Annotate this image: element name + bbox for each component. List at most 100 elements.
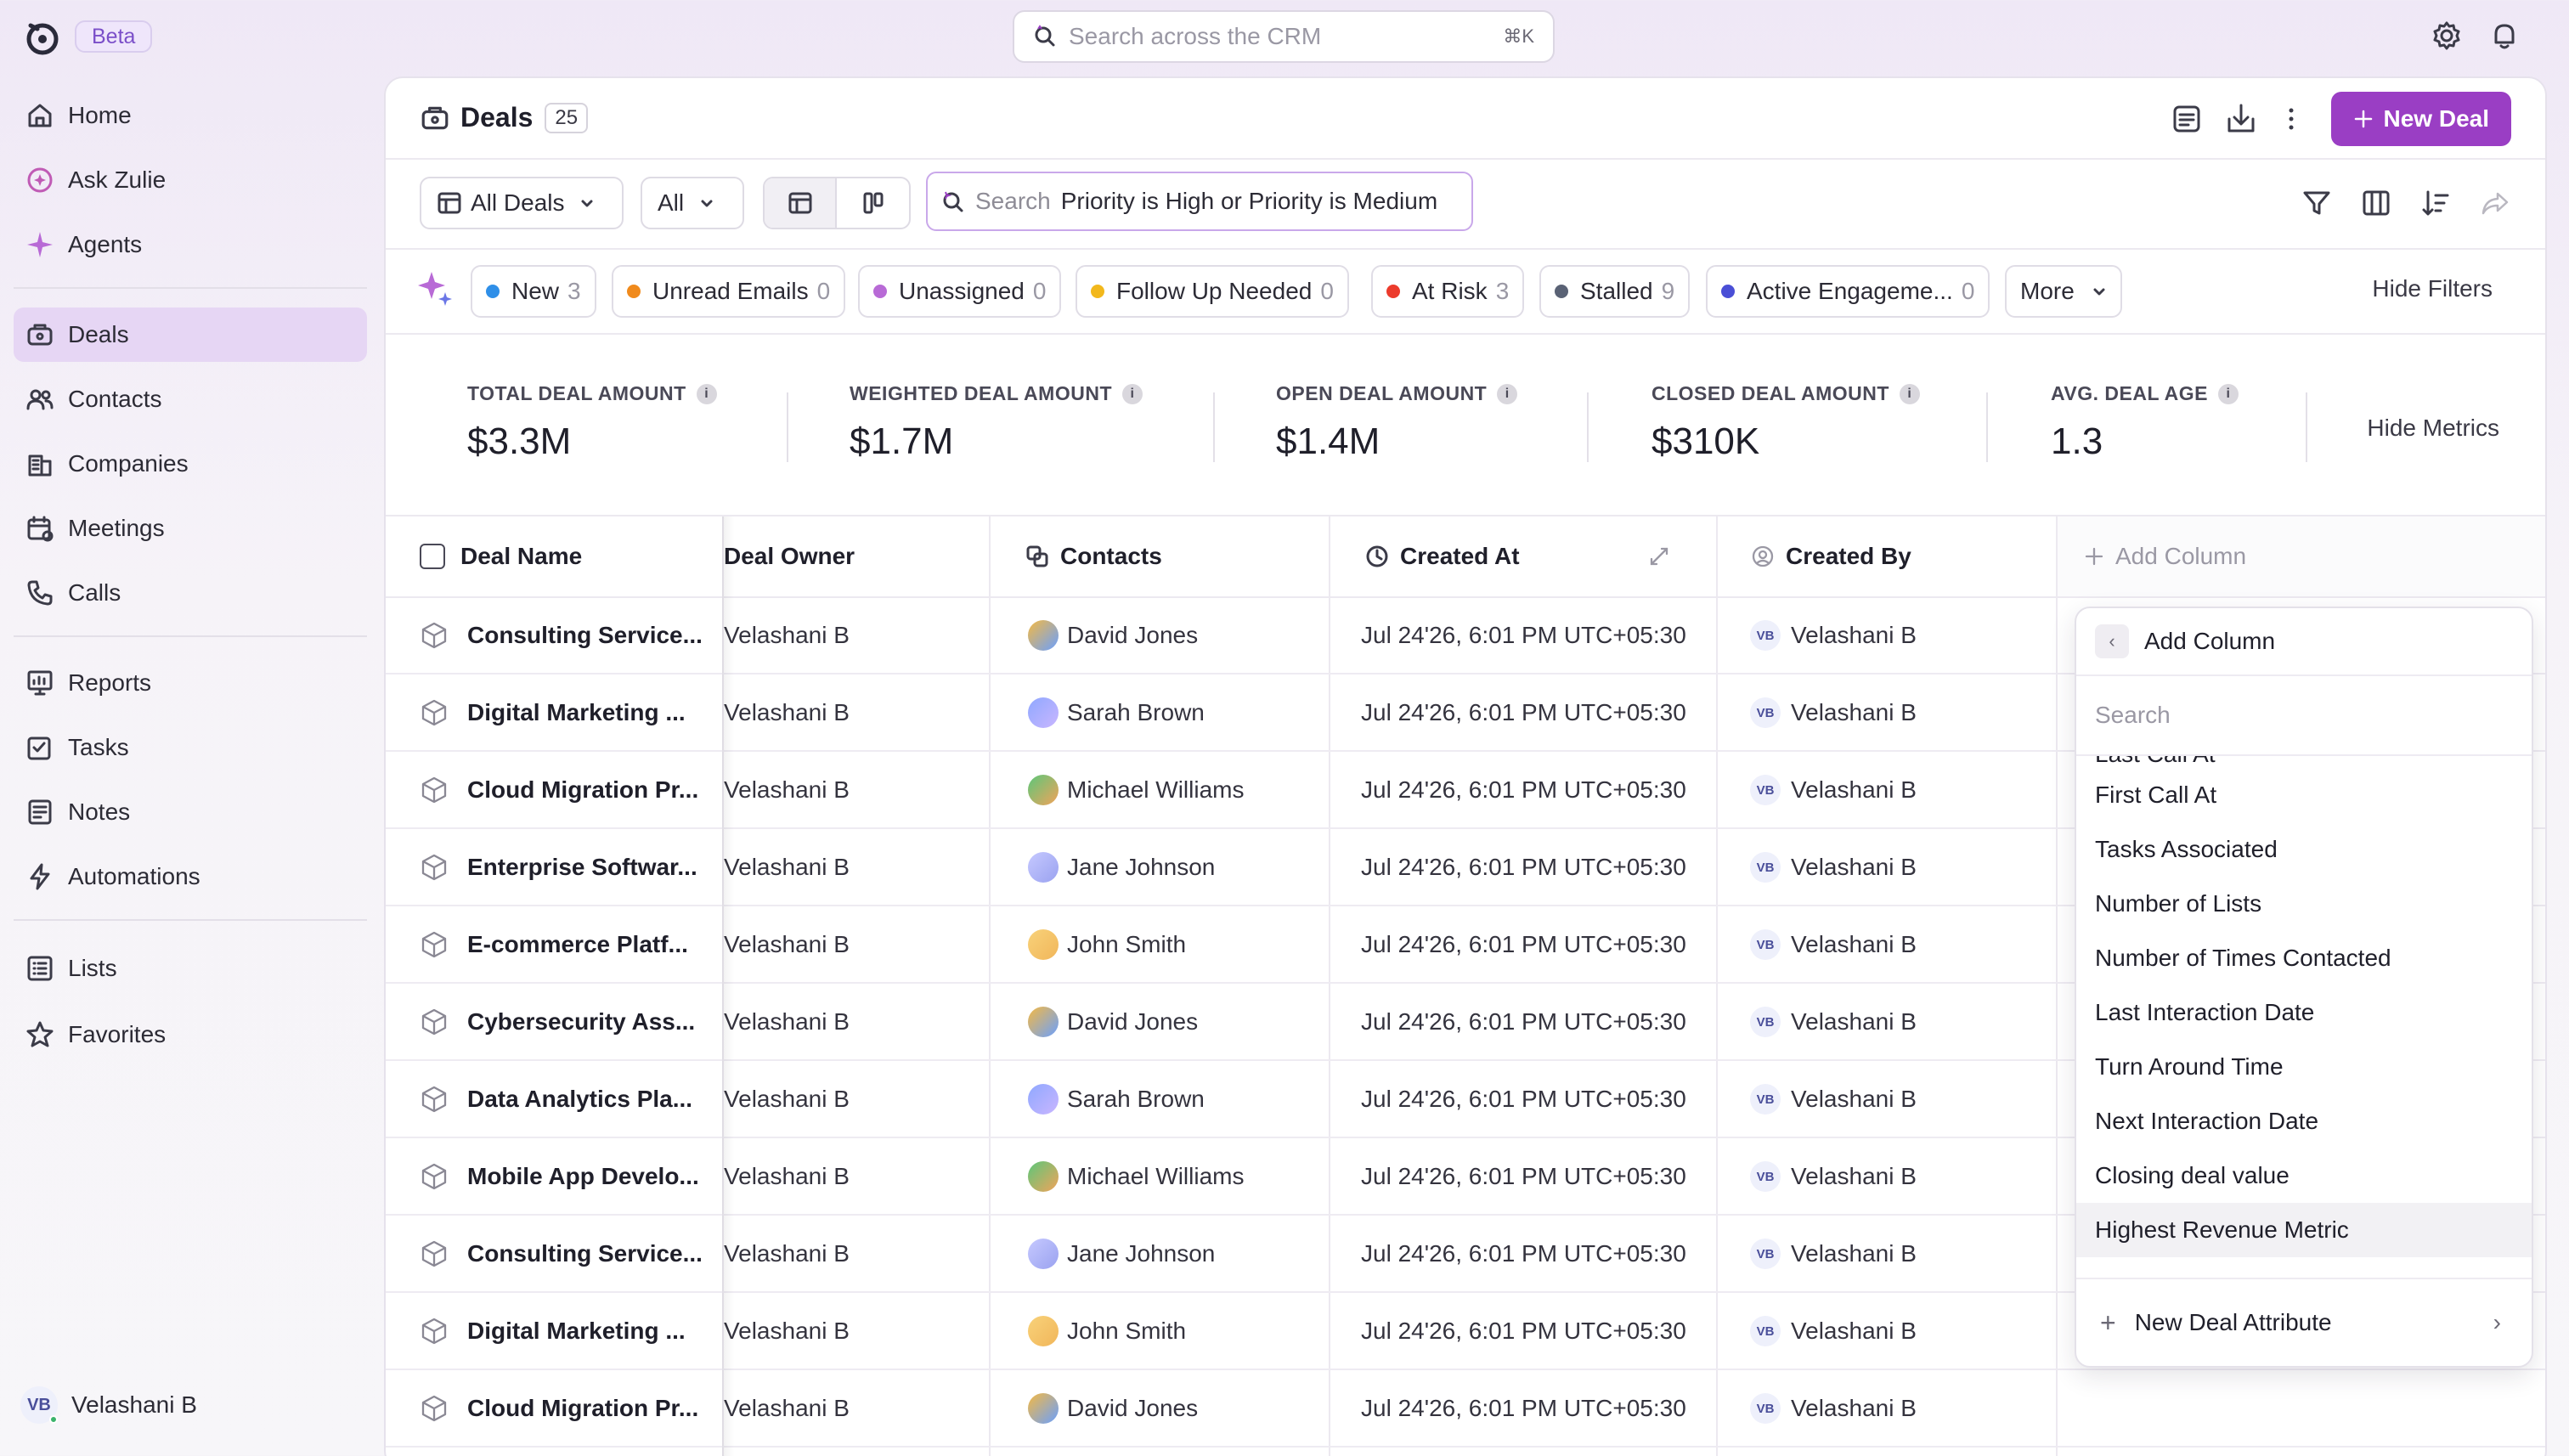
- share-icon[interactable]: [2479, 187, 2511, 219]
- created-by-cell[interactable]: VB Velashani B: [1750, 1062, 2052, 1137]
- popover-list-item[interactable]: Number of Lists: [2076, 877, 2532, 931]
- deal-name-cell[interactable]: Cybersecurity Ass...: [420, 985, 722, 1059]
- deal-owner-cell[interactable]: Velashani B: [724, 1062, 979, 1137]
- sidebar-item-reports[interactable]: Reports: [14, 656, 367, 710]
- filter-chip-unread-emails[interactable]: Unread Emails 0: [612, 265, 846, 318]
- deal-owner-cell[interactable]: Velashani B: [724, 675, 979, 750]
- created-by-cell[interactable]: VB Velashani B: [1750, 675, 2052, 750]
- filter-search-input[interactable]: Search Priority is High or Priority is M…: [926, 172, 1473, 231]
- deal-owner-cell[interactable]: Velashani B: [724, 598, 979, 673]
- deal-name-cell[interactable]: Digital Marketing ...: [420, 1294, 722, 1369]
- contact-cell[interactable]: Michael Williams: [1028, 1139, 1325, 1214]
- column-search-input[interactable]: Search: [2076, 676, 2532, 756]
- contact-cell[interactable]: David Jones: [1028, 985, 1325, 1059]
- deal-owner-cell[interactable]: Velashani B: [724, 1139, 979, 1214]
- created-by-cell[interactable]: VB Velashani B: [1750, 1216, 2052, 1291]
- deal-owner-cell[interactable]: Velashani B: [724, 1216, 979, 1291]
- scope-select[interactable]: All: [641, 177, 744, 229]
- contact-cell[interactable]: John Smith: [1028, 907, 1325, 982]
- popover-list-item[interactable]: Next Interaction Date: [2076, 1094, 2532, 1148]
- filter-funnel-icon[interactable]: [2301, 187, 2333, 219]
- contact-cell[interactable]: Jane Johnson: [1028, 830, 1325, 905]
- deal-name-cell[interactable]: E-commerce Platf...: [420, 907, 722, 982]
- contact-cell[interactable]: Jane Johnson: [1028, 1216, 1325, 1291]
- sidebar-item-favorites[interactable]: Favorites: [14, 1007, 367, 1062]
- column-header-deal-owner[interactable]: Deal Owner: [722, 516, 989, 598]
- popover-list-item[interactable]: First Call At: [2076, 768, 2532, 822]
- created-by-cell[interactable]: VB Velashani B: [1750, 1294, 2052, 1369]
- contact-cell[interactable]: David Jones: [1028, 598, 1325, 673]
- sidebar-item-automations[interactable]: Automations: [14, 849, 367, 904]
- sidebar-item-deals[interactable]: Deals: [14, 308, 367, 362]
- sidebar-item-notes[interactable]: Notes: [14, 785, 367, 839]
- info-icon[interactable]: i: [696, 383, 717, 404]
- more-filters-dropdown[interactable]: More: [2005, 265, 2122, 318]
- info-icon[interactable]: i: [2218, 383, 2239, 404]
- notifications-bell-icon[interactable]: [2487, 19, 2521, 53]
- deal-name-cell[interactable]: Cloud Migration Pr...: [420, 1371, 722, 1446]
- user-profile[interactable]: VB Velashani B: [20, 1386, 197, 1424]
- popover-list-item-partial[interactable]: Last Call At: [2076, 756, 2532, 768]
- filter-chip-at-risk[interactable]: At Risk 3: [1371, 265, 1525, 318]
- deal-owner-cell[interactable]: Velashani B: [724, 985, 979, 1059]
- filter-chip-stalled[interactable]: Stalled 9: [1539, 265, 1691, 318]
- deal-name-cell[interactable]: Enterprise Softwar...: [420, 830, 722, 905]
- new-deal-attribute-button[interactable]: + New Deal Attribute ›: [2076, 1278, 2532, 1366]
- deal-owner-cell[interactable]: Velashani B: [724, 753, 979, 827]
- settings-gear-icon[interactable]: [2430, 19, 2464, 53]
- created-by-cell[interactable]: VB Velashani B: [1750, 907, 2052, 982]
- popover-list-item[interactable]: Last Interaction Date: [2076, 985, 2532, 1040]
- table-view-button[interactable]: [765, 178, 837, 228]
- filter-chip-follow-up-needed[interactable]: Follow Up Needed 0: [1076, 265, 1349, 318]
- popover-list-item[interactable]: Turn Around Time: [2076, 1040, 2532, 1094]
- back-chevron-icon[interactable]: ‹: [2095, 624, 2129, 658]
- add-column-button[interactable]: Add Column: [2058, 516, 2545, 598]
- created-by-cell[interactable]: VB Velashani B: [1750, 1139, 2052, 1214]
- contact-cell[interactable]: David Jones: [1028, 1371, 1325, 1446]
- deal-name-cell[interactable]: Mobile App Develo...: [420, 1139, 722, 1214]
- filter-chip-active-engagement[interactable]: Active Engageme... 0: [1706, 265, 1990, 318]
- info-icon[interactable]: i: [1899, 383, 1920, 404]
- created-by-cell[interactable]: VB Velashani B: [1750, 753, 2052, 827]
- contact-cell[interactable]: Sarah Brown: [1028, 675, 1325, 750]
- deal-name-cell[interactable]: Consulting Service...: [420, 1216, 722, 1291]
- filter-chip-unassigned[interactable]: Unassigned 0: [858, 265, 1062, 318]
- table-row[interactable]: Cloud Migration Pr... Velashani B David Jo…: [386, 1371, 2545, 1448]
- created-by-cell[interactable]: VB Velashani B: [1750, 985, 2052, 1059]
- global-search-input[interactable]: Search across the CRM ⌘K: [1013, 10, 1555, 63]
- import-icon[interactable]: [2222, 100, 2260, 138]
- contact-cell[interactable]: Sarah Brown: [1028, 1062, 1325, 1137]
- ai-sparkle-icon[interactable]: [416, 268, 455, 308]
- created-by-cell[interactable]: VB Velashani B: [1750, 598, 2052, 673]
- deal-owner-cell[interactable]: Velashani B: [724, 1294, 979, 1369]
- deal-name-cell[interactable]: Consulting Service...: [420, 598, 722, 673]
- view-select[interactable]: All Deals: [420, 177, 624, 229]
- popover-list-item[interactable]: Highest Revenue Metric: [2076, 1203, 2532, 1257]
- hide-filters-button[interactable]: Hide Filters: [2372, 275, 2493, 302]
- deal-name-cell[interactable]: Digital Marketing ...: [420, 675, 722, 750]
- sidebar-item-contacts[interactable]: Contacts: [14, 372, 367, 426]
- column-header-contacts[interactable]: Contacts: [989, 516, 1329, 598]
- app-logo[interactable]: [24, 19, 61, 56]
- deal-name-cell[interactable]: Cloud Migration Pr...: [420, 753, 722, 827]
- contact-cell[interactable]: Michael Williams: [1028, 753, 1325, 827]
- collapse-column-icon[interactable]: [1646, 544, 1672, 569]
- deal-owner-cell[interactable]: Velashani B: [724, 907, 979, 982]
- sidebar-item-meetings[interactable]: Meetings: [14, 501, 367, 556]
- info-icon[interactable]: i: [1122, 383, 1143, 404]
- popover-list-item[interactable]: Closing deal value: [2076, 1148, 2532, 1203]
- hide-metrics-button[interactable]: Hide Metrics: [2367, 415, 2499, 442]
- column-header-created-at[interactable]: Created At: [1329, 516, 1716, 598]
- contact-cell[interactable]: John Smith: [1028, 1294, 1325, 1369]
- sidebar-item-companies[interactable]: Companies: [14, 437, 367, 491]
- sidebar-item-home[interactable]: Home: [14, 88, 367, 143]
- popover-list-item[interactable]: Number of Times Contacted: [2076, 931, 2532, 985]
- column-header-deal-name[interactable]: Deal Name: [386, 516, 722, 598]
- sidebar-item-lists[interactable]: Lists: [14, 941, 367, 996]
- select-all-checkbox[interactable]: [420, 544, 445, 569]
- notes-view-icon[interactable]: [2170, 102, 2204, 136]
- sidebar-item-calls[interactable]: Calls: [14, 566, 367, 620]
- deal-name-cell[interactable]: Data Analytics Pla...: [420, 1062, 722, 1137]
- filter-chip-new[interactable]: New 3: [471, 265, 596, 318]
- sidebar-item-ask-zulie[interactable]: Ask Zulie: [14, 153, 367, 207]
